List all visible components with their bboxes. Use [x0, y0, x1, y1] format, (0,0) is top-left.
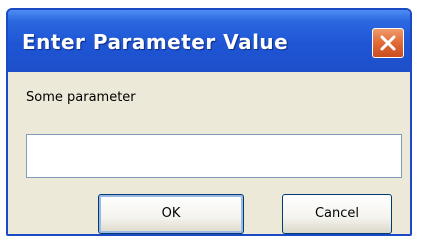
prompt-label: Some parameter: [26, 90, 136, 105]
cancel-button[interactable]: Cancel: [282, 194, 392, 234]
parameter-input[interactable]: [26, 134, 402, 178]
close-button[interactable]: [372, 28, 404, 58]
parameter-dialog: Enter Parameter Value Some parameter OK …: [6, 8, 412, 236]
title-bar[interactable]: Enter Parameter Value: [8, 10, 410, 72]
ok-button[interactable]: OK: [98, 194, 244, 234]
dialog-title: Enter Parameter Value: [22, 30, 289, 54]
